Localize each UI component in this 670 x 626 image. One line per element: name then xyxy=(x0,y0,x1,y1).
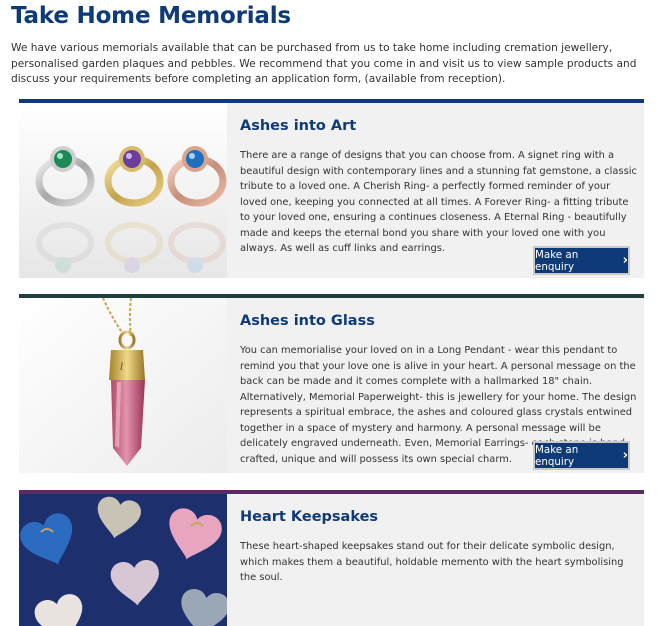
make-enquiry-button[interactable]: Make an enquiry › xyxy=(533,246,630,275)
card-title: Ashes into Glass xyxy=(240,313,375,329)
glass-pendant-image: l xyxy=(19,298,227,473)
page-title: Take Home Memorials xyxy=(11,3,291,29)
svg-text:l: l xyxy=(120,362,123,373)
heart-keepsakes-image xyxy=(19,494,227,626)
intro-text: We have various memorials available that… xyxy=(11,42,637,85)
chevron-right-icon: › xyxy=(622,448,628,463)
card-title: Heart Keepsakes xyxy=(240,509,379,525)
chevron-right-icon: › xyxy=(622,253,628,268)
card-title: Ashes into Art xyxy=(240,118,357,134)
memorial-card-ashes-into-glass: l Ashes into Glass You can memorialise y… xyxy=(19,294,644,473)
card-description: There are a range of designs that you ca… xyxy=(240,150,637,254)
make-enquiry-button[interactable]: Make an enquiry › xyxy=(533,441,630,470)
enquiry-button-label: Make an enquiry xyxy=(535,443,579,468)
rings-image xyxy=(19,103,227,278)
memorial-card-ashes-into-art: Ashes into Art There are a range of desi… xyxy=(19,99,644,278)
card-description: These heart-shaped keepsakes stand out f… xyxy=(240,541,624,583)
enquiry-button-label: Make an enquiry xyxy=(535,248,579,273)
memorial-card-heart-keepsakes: Heart Keepsakes These heart-shaped keeps… xyxy=(19,490,644,626)
